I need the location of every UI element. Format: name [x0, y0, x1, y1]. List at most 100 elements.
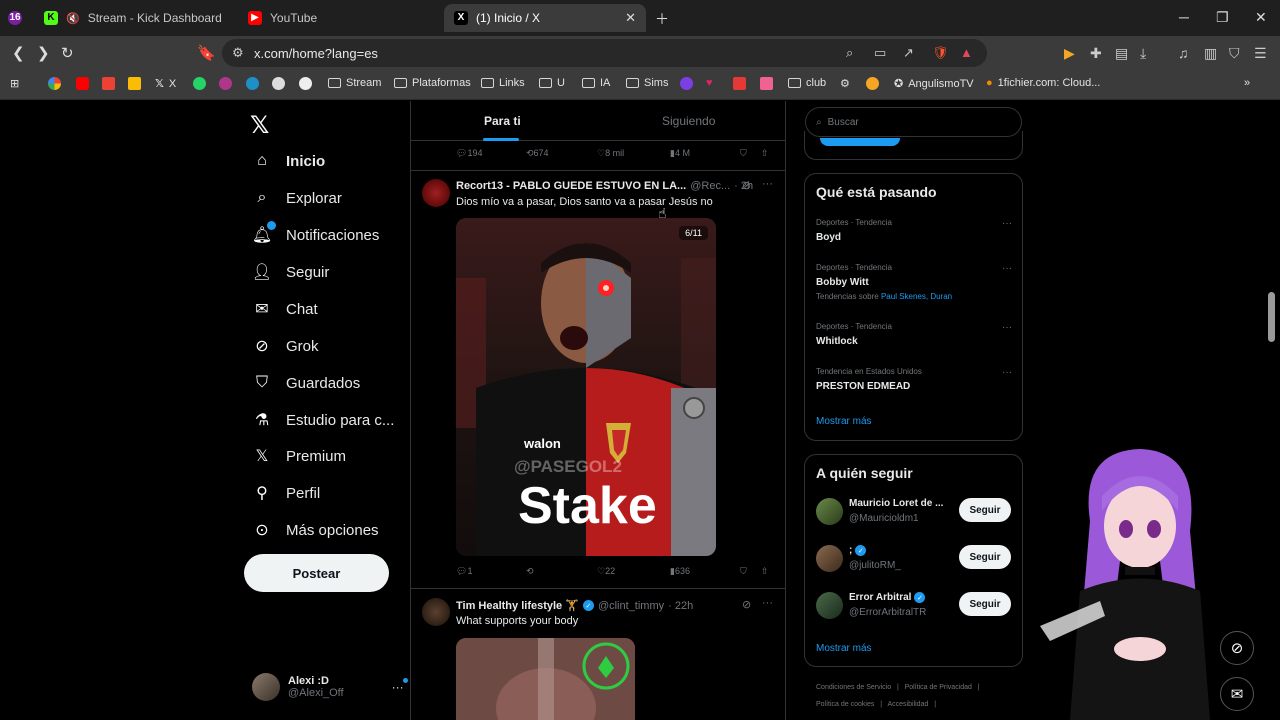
follow-button[interactable]: Seguir [959, 592, 1011, 616]
nav-premium[interactable]: 𝕏 Premium [252, 446, 346, 466]
nav-more[interactable]: ⊙ Más opciones [252, 520, 378, 540]
bookmark-page-icon[interactable]: 🔖 [197, 44, 216, 62]
bookmark-profile[interactable] [219, 77, 232, 90]
back-icon[interactable]: ❮ [12, 44, 25, 62]
repost-button[interactable]: ⟲ 674 [526, 148, 549, 159]
cast-icon[interactable]: ▭ [874, 45, 886, 61]
grok-fab-icon[interactable]: ⊘ [1220, 631, 1254, 665]
author-handle[interactable]: @clint_timmy [598, 600, 664, 612]
trend-item[interactable]: Deportes · Tendencia Bobby Witt Tendenci… [816, 263, 1012, 301]
bookmark-x[interactable]: 𝕏X [155, 77, 176, 91]
bookmark-orange[interactable] [866, 77, 879, 90]
trend-item[interactable]: Deportes · Tendencia Whitlock ··· [816, 322, 1012, 347]
footer-link-accessibility[interactable]: Accesibilidad [888, 701, 929, 708]
grok-icon[interactable]: ⊘ [742, 179, 751, 192]
follow-suggestion[interactable]: Error Arbitral ✓ @ErrorArbitralTR Seguir [816, 590, 1016, 622]
bookmark-folder-u[interactable]: U [539, 77, 565, 89]
nav-explore[interactable]: ⌕ Explorar [252, 188, 342, 208]
vpn-icon[interactable]: ⛉ [1229, 45, 1240, 62]
post-button[interactable]: Postear [244, 554, 389, 592]
tab-kick[interactable]: K 🔇 Stream - Kick Dashboard [34, 4, 234, 32]
brave-shield-icon[interactable]: 🛡 [932, 45, 949, 61]
views-button[interactable]: ▮ 636 [670, 566, 690, 577]
bookmark-folder-sims[interactable]: Sims [626, 77, 668, 89]
follow-suggestion[interactable]: Mauricio Loret de ... @Mauricioldm1 Segu… [816, 496, 1016, 528]
messages-fab-icon[interactable]: ✉ [1220, 677, 1254, 711]
nav-notifications[interactable]: 🔔︎ Notificaciones [252, 221, 379, 245]
nav-home[interactable]: ⌂ Inicio [252, 151, 325, 171]
reload-icon[interactable]: ↻ [61, 44, 74, 62]
bookmark-drive[interactable] [128, 77, 141, 90]
nav-profile[interactable]: ⚲ Perfil [252, 483, 320, 503]
more-icon[interactable]: ··· [762, 178, 773, 190]
bookmark-heart[interactable]: ♥ [706, 77, 713, 89]
tab-for-you[interactable]: Para ti [484, 114, 521, 128]
author-name[interactable]: Tim Healthy lifestyle 🏋 [456, 599, 579, 612]
nav-follow[interactable]: 👤︎ Seguir [252, 262, 330, 282]
bookmark-pink[interactable] [760, 77, 773, 90]
more-icon[interactable]: ··· [1002, 367, 1012, 378]
media-icon[interactable]: ♫ [1178, 45, 1189, 61]
avatar[interactable] [422, 179, 450, 207]
bookmark-folder-stream[interactable]: Stream [328, 77, 381, 89]
footer-link-cookies[interactable]: Política de cookies [816, 701, 874, 708]
brave-rewards-icon[interactable]: ▲ [960, 45, 973, 60]
muted-icon[interactable]: 🔇 [66, 12, 80, 25]
bookmark-google[interactable] [48, 77, 61, 90]
nav-studio[interactable]: ⚗ Estudio para c... [252, 410, 395, 430]
bookmark-threads[interactable] [299, 77, 312, 90]
like-button[interactable]: ♡ 8 mil [597, 148, 624, 159]
bookmark-1fichier[interactable]: ● 1fichier.com: Cloud... [986, 77, 1100, 89]
close-window-icon[interactable]: ✕ [1255, 9, 1267, 26]
show-more-trends-link[interactable]: Mostrar más [816, 416, 872, 427]
url-text[interactable]: x.com/home?lang=es [254, 46, 378, 61]
grok-icon[interactable]: ⊘ [742, 598, 751, 611]
x-logo-icon[interactable]: 𝕏 [250, 111, 269, 140]
maximize-icon[interactable]: ❐ [1216, 9, 1229, 26]
repost-button[interactable]: ⟲ [526, 566, 534, 577]
tweet-image[interactable] [456, 638, 635, 720]
bookmark-edge[interactable] [246, 77, 259, 90]
tab-x-home[interactable]: X (1) Inicio / X ✕ [444, 4, 646, 32]
show-more-follow-link[interactable]: Mostrar más [816, 643, 872, 654]
account-switcher[interactable]: Alexi :D @Alexi_Off ··· [252, 673, 408, 701]
reader-icon[interactable]: ▤ [1115, 45, 1128, 62]
footer-link-privacy[interactable]: Política de Privacidad [905, 684, 972, 691]
bookmark-purple[interactable] [680, 77, 693, 90]
bookmark-folder-links[interactable]: Links [481, 77, 525, 89]
nav-chat[interactable]: ✉ Chat [252, 299, 317, 319]
forward-icon[interactable]: ❯ [37, 44, 50, 62]
bookmark-whatsapp[interactable] [193, 77, 206, 90]
bookmark-gear[interactable]: ⚙ [840, 77, 850, 90]
like-button[interactable]: ♡ 22 [597, 566, 615, 577]
more-icon[interactable]: ··· [1002, 218, 1012, 229]
follow-button[interactable]: Seguir [959, 545, 1011, 569]
menu-icon[interactable]: ☰ [1254, 45, 1267, 62]
tab-youtube[interactable]: ▶ YouTube [238, 4, 438, 32]
follow-button[interactable]: Seguir [959, 498, 1011, 522]
bookmark-folder-club[interactable]: club [788, 77, 826, 89]
more-icon[interactable]: ··· [762, 597, 773, 609]
bookmark-icon[interactable]: ⛉ [740, 566, 747, 577]
bookmark-github[interactable] [272, 77, 285, 90]
more-icon[interactable]: ··· [1002, 322, 1012, 333]
sidebar-icon[interactable]: ▥ [1204, 45, 1217, 62]
share-icon[interactable]: ⇧ [761, 566, 769, 577]
close-tab-icon[interactable]: ✕ [625, 10, 636, 26]
tab-following[interactable]: Siguiendo [662, 114, 715, 128]
browser-profile-icon[interactable]: 16 [8, 11, 22, 25]
footer-link-terms[interactable]: Condiciones de Servicio [816, 684, 891, 691]
trend-item[interactable]: Tendencia en Estados Unidos PRESTON EDME… [816, 367, 1012, 392]
tweet-time[interactable]: · 22h [668, 600, 693, 612]
bookmark-angulismo[interactable]: ✪ AngulismoTV [894, 77, 974, 91]
apps-icon[interactable]: ⊞ [10, 77, 19, 90]
avatar[interactable] [422, 598, 450, 626]
share-icon[interactable]: ⇧ [761, 148, 769, 159]
minimize-icon[interactable]: ─ [1179, 9, 1189, 25]
tweet-image[interactable]: walon @PASEGOL2 Stake 6/11 [456, 218, 716, 556]
follow-suggestion[interactable]: ; ✓ @julitoRM_ Seguir [816, 543, 1016, 575]
author-name[interactable]: Recort13 - PABLO GUEDE ESTUVO EN LA... [456, 180, 686, 192]
subscribe-button[interactable] [820, 138, 900, 146]
new-tab-icon[interactable]: ＋ [655, 9, 669, 29]
site-info-icon[interactable]: ⚙ [232, 45, 244, 61]
